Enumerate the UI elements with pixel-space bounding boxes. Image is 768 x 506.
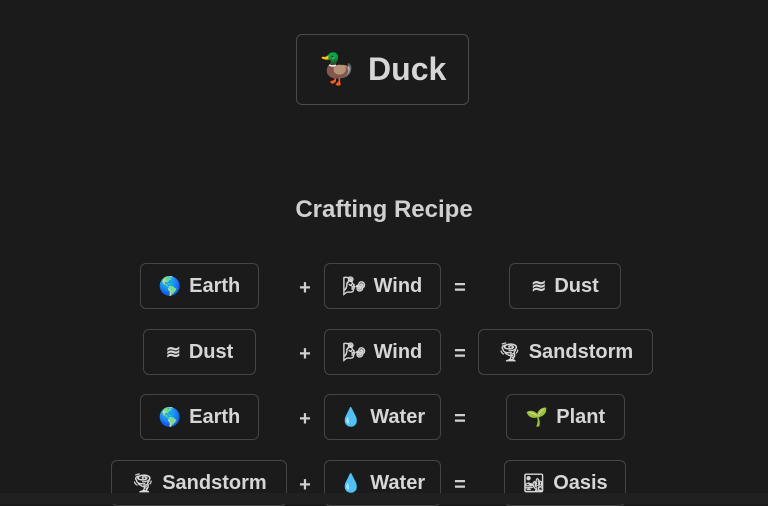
- wavy-lines-icon: ≋: [165, 341, 181, 362]
- element-name: Dust: [188, 340, 234, 363]
- result-element-name: Duck: [368, 51, 447, 87]
- equals-operator: =: [454, 343, 466, 365]
- plus-operator: +: [299, 408, 311, 430]
- recipe-3-ingredient-b[interactable]: 💧 Water: [324, 394, 441, 440]
- element-name: Earth: [189, 405, 241, 428]
- tornado-icon: 🌪: [131, 472, 155, 493]
- plus-operator: +: [299, 343, 311, 365]
- element-name: Oasis: [553, 471, 608, 494]
- element-name: Sandstorm: [528, 340, 634, 363]
- wind-icon: 🌬: [342, 275, 366, 296]
- recipe-1-result[interactable]: ≋ Dust: [509, 263, 621, 309]
- bottom-bar: [0, 493, 768, 504]
- desert-oasis-icon: 🏜: [522, 472, 546, 493]
- recipe-3-ingredient-a[interactable]: 🌎 Earth: [140, 394, 259, 440]
- plus-operator: +: [299, 277, 311, 299]
- element-name: Dust: [554, 274, 599, 297]
- element-name: Wind: [373, 274, 423, 297]
- element-name: Earth: [189, 274, 241, 297]
- result-element-card[interactable]: 🦆 Duck: [296, 34, 469, 105]
- element-name: Sandstorm: [162, 471, 267, 494]
- earth-globe-icon: 🌎: [158, 406, 182, 427]
- water-drop-icon: 💧: [339, 406, 363, 427]
- recipe-2-result[interactable]: 🌪 Sandstorm: [478, 329, 653, 375]
- element-name: Water: [370, 405, 426, 428]
- seedling-icon: 🌱: [525, 406, 549, 427]
- element-name: Plant: [556, 405, 606, 428]
- section-title: Crafting Recipe: [295, 196, 473, 223]
- element-name: Water: [370, 471, 426, 494]
- duck-icon: 🦆: [318, 53, 357, 86]
- water-drop-icon: 💧: [339, 472, 363, 493]
- recipe-1-ingredient-a[interactable]: 🌎 Earth: [140, 263, 259, 309]
- wavy-lines-icon: ≋: [531, 275, 547, 296]
- tornado-icon: 🌪: [497, 341, 521, 362]
- equals-operator: =: [454, 408, 466, 430]
- wind-icon: 🌬: [342, 341, 366, 362]
- recipe-1-ingredient-b[interactable]: 🌬 Wind: [324, 263, 441, 309]
- recipe-2-ingredient-a[interactable]: ≋ Dust: [143, 329, 256, 375]
- recipe-3-result[interactable]: 🌱 Plant: [506, 394, 625, 440]
- earth-globe-icon: 🌎: [158, 275, 182, 296]
- recipe-2-ingredient-b[interactable]: 🌬 Wind: [324, 329, 441, 375]
- element-name: Wind: [373, 340, 423, 363]
- equals-operator: =: [454, 277, 466, 299]
